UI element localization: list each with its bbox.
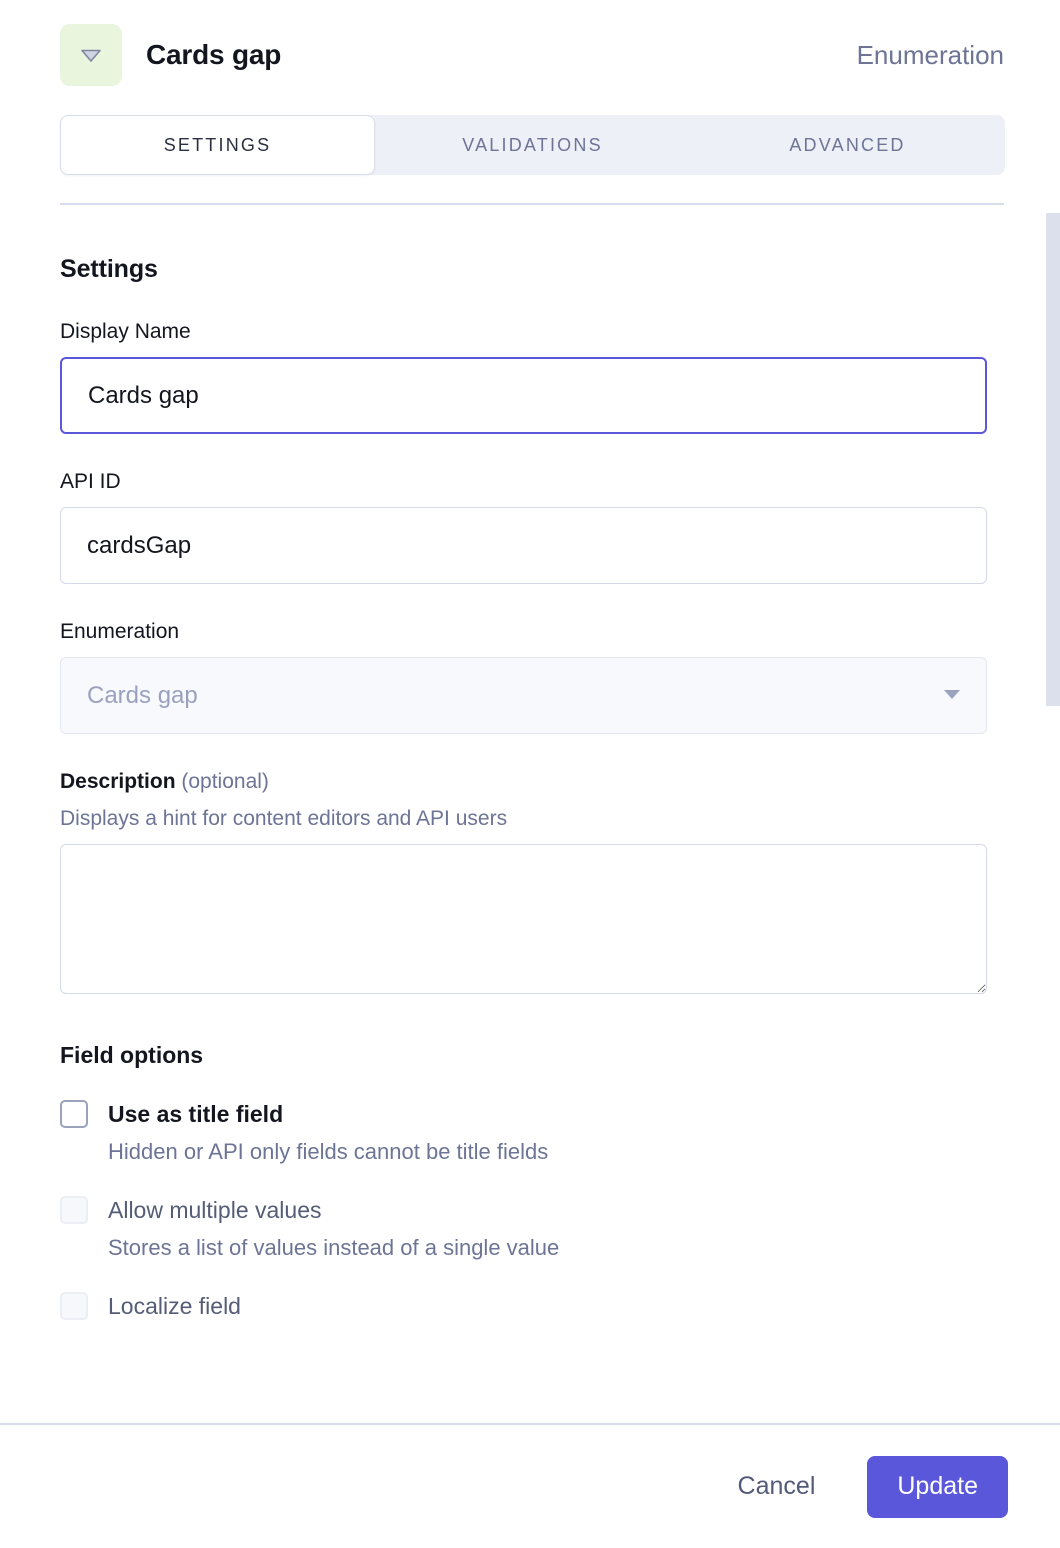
description-optional-tag: (optional) (181, 770, 269, 793)
description-textarea[interactable] (60, 844, 987, 994)
cancel-button[interactable]: Cancel (718, 1460, 836, 1513)
option-label: Use as title field (108, 1100, 284, 1127)
field-type-label: Enumeration (856, 39, 1004, 70)
api-id-label: API ID (60, 470, 121, 493)
checkbox-use-as-title-field[interactable] (60, 1100, 88, 1128)
enumeration-select-wrapper: Cards gap (60, 657, 987, 734)
scrollbar-thumb[interactable] (1046, 213, 1060, 706)
option-head: Allow multiple values (60, 1196, 1004, 1224)
option-head: Localize field (60, 1292, 1004, 1320)
enumeration-field: Enumeration Cards gap (60, 620, 1004, 734)
option-label: Allow multiple values (108, 1196, 322, 1223)
option-use-as-title-field: Use as title field Hidden or API only fi… (60, 1100, 1004, 1165)
description-label-text: Description (60, 770, 176, 793)
tab-advanced[interactable]: ADVANCED (690, 115, 1005, 175)
tab-bar: SETTINGS VALIDATIONS ADVANCED (60, 115, 1005, 175)
option-allow-multiple-values: Allow multiple values Stores a list of v… (60, 1196, 1004, 1261)
description-hint: Displays a hint for content editors and … (60, 807, 508, 830)
api-id-input[interactable] (60, 507, 987, 584)
description-field: Description (optional) Displays a hint f… (60, 770, 1004, 994)
page-title: Cards gap (146, 39, 282, 70)
option-description: Stores a list of values instead of a sin… (108, 1235, 560, 1260)
section-title-settings: Settings (60, 255, 158, 283)
option-label: Localize field (108, 1292, 241, 1319)
option-localize-field: Localize field (60, 1292, 1004, 1320)
description-label: Description (optional) (60, 770, 1004, 794)
enumeration-label: Enumeration (60, 620, 180, 643)
option-head: Use as title field (60, 1100, 1004, 1128)
caret-down-enumeration-icon (60, 24, 122, 86)
field-options-title: Field options (60, 1042, 204, 1068)
settings-scroll-area[interactable]: Settings Display Name API ID Enumeration… (0, 205, 1060, 1408)
vertical-scrollbar[interactable] (1046, 205, 1060, 1408)
modal-footer: Cancel Update (0, 1423, 1060, 1548)
update-button[interactable]: Update (867, 1455, 1008, 1518)
api-id-field: API ID (60, 470, 1004, 584)
display-name-label: Display Name (60, 320, 191, 343)
display-name-input[interactable] (60, 357, 987, 434)
field-settings-modal: Cards gap Enumeration SETTINGS VALIDATIO… (0, 0, 1060, 1548)
checkbox-allow-multiple-values[interactable] (60, 1196, 88, 1224)
tab-validations[interactable]: VALIDATIONS (375, 115, 690, 175)
option-description: Hidden or API only fields cannot be titl… (108, 1139, 549, 1164)
field-header-row: Cards gap Enumeration (60, 24, 1004, 86)
display-name-field: Display Name (60, 320, 1004, 434)
modal-header: Cards gap Enumeration SETTINGS VALIDATIO… (0, 0, 1060, 205)
enumeration-select[interactable]: Cards gap (60, 657, 987, 734)
checkbox-localize-field[interactable] (60, 1292, 88, 1320)
tab-settings[interactable]: SETTINGS (60, 115, 375, 175)
